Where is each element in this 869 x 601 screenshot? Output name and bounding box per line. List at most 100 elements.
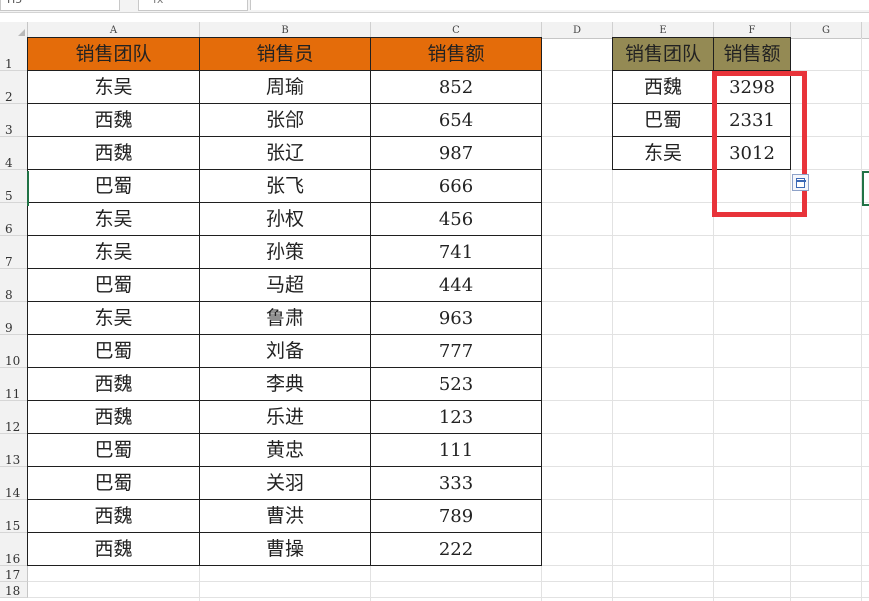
- row-header-4[interactable]: 4: [0, 137, 28, 170]
- table-cell[interactable]: 李典: [200, 368, 371, 401]
- summary-header-cell[interactable]: 销售额: [714, 37, 791, 71]
- column-header-a[interactable]: A: [28, 22, 200, 38]
- column-header-f[interactable]: F: [714, 22, 791, 38]
- column-header-e[interactable]: E: [613, 22, 714, 38]
- table-cell[interactable]: 马超: [200, 269, 371, 302]
- table-cell[interactable]: 巴蜀: [27, 170, 200, 203]
- table-cell[interactable]: 西魏: [27, 533, 200, 566]
- row-header-17[interactable]: 17: [0, 566, 28, 582]
- table-cell[interactable]: 西魏: [27, 137, 200, 170]
- table-cell[interactable]: 西魏: [27, 401, 200, 434]
- table-cell[interactable]: 654: [371, 104, 542, 137]
- table-cell[interactable]: 852: [371, 71, 542, 104]
- row-header-3[interactable]: 3: [0, 104, 28, 137]
- table-cell[interactable]: 巴蜀: [27, 335, 200, 368]
- table-cell[interactable]: 孙策: [200, 236, 371, 269]
- row-number: 7: [5, 255, 13, 269]
- row-number: 8: [5, 288, 13, 302]
- table-cell[interactable]: 111: [371, 434, 542, 467]
- row-header-11[interactable]: 11: [0, 368, 28, 401]
- table-cell[interactable]: 西魏: [27, 104, 200, 137]
- table-cell[interactable]: 张辽: [200, 137, 371, 170]
- table-cell[interactable]: 关羽: [200, 467, 371, 500]
- table-cell[interactable]: 741: [371, 236, 542, 269]
- formula-input[interactable]: [250, 0, 869, 10]
- table-cell[interactable]: 周瑜: [200, 71, 371, 104]
- table-cell[interactable]: 222: [371, 533, 542, 566]
- table-cell[interactable]: 巴蜀: [27, 467, 200, 500]
- row-number: 3: [5, 123, 13, 137]
- table-cell[interactable]: 乐进: [200, 401, 371, 434]
- row-header-5[interactable]: 5: [0, 170, 28, 203]
- table-cell[interactable]: 巴蜀: [27, 434, 200, 467]
- table-cell[interactable]: 456: [371, 203, 542, 236]
- row-header-2[interactable]: 2: [0, 71, 28, 104]
- table-cell[interactable]: 曹洪: [200, 500, 371, 533]
- row-number: 12: [5, 420, 21, 434]
- paste-options-icon[interactable]: [792, 174, 809, 191]
- fx-button[interactable]: fx: [138, 0, 248, 11]
- table-cell[interactable]: 123: [371, 401, 542, 434]
- row-number: 11: [5, 387, 21, 401]
- row-5-marker: [27, 171, 29, 206]
- row-header-12[interactable]: 12: [0, 401, 28, 434]
- row-number: 9: [5, 321, 13, 335]
- column-header-g[interactable]: G: [791, 22, 862, 38]
- summary-cell[interactable]: 西魏: [612, 71, 714, 104]
- table-cell[interactable]: 666: [371, 170, 542, 203]
- row-header-13[interactable]: 13: [0, 434, 28, 467]
- table-cell[interactable]: 西魏: [27, 368, 200, 401]
- table-cell[interactable]: 西魏: [27, 500, 200, 533]
- summary-cell[interactable]: 巴蜀: [612, 104, 714, 137]
- table-cell[interactable]: 东吴: [27, 302, 200, 335]
- row-number: 15: [5, 519, 21, 533]
- row-number: 1: [5, 57, 13, 71]
- table-cell[interactable]: 曹操: [200, 533, 371, 566]
- row-number: 13: [5, 453, 21, 467]
- header-cell[interactable]: 销售团队: [27, 37, 200, 71]
- table-cell[interactable]: 刘备: [200, 335, 371, 368]
- row-header-6[interactable]: 6: [0, 203, 28, 236]
- column-header-c[interactable]: C: [371, 22, 542, 38]
- name-box-value: H5: [7, 0, 22, 6]
- row-header-15[interactable]: 15: [0, 500, 28, 533]
- table-cell[interactable]: 东吴: [27, 71, 200, 104]
- table-cell[interactable]: 张飞: [200, 170, 371, 203]
- row-header-7[interactable]: 7: [0, 236, 28, 269]
- column-header-b[interactable]: B: [200, 22, 371, 38]
- row-number: 17: [5, 568, 21, 582]
- row-header-8[interactable]: 8: [0, 269, 28, 302]
- header-cell[interactable]: 销售额: [371, 37, 542, 71]
- table-cell[interactable]: 963: [371, 302, 542, 335]
- table-cell[interactable]: 鲁肃: [200, 302, 371, 335]
- table-cell[interactable]: 孙权: [200, 203, 371, 236]
- header-cell[interactable]: 销售员: [200, 37, 371, 71]
- summary-cell[interactable]: 东吴: [612, 137, 714, 170]
- row-header-14[interactable]: 14: [0, 467, 28, 500]
- row-header-1[interactable]: 1: [0, 38, 28, 71]
- table-cell[interactable]: 黄忠: [200, 434, 371, 467]
- row-number: 18: [5, 584, 21, 598]
- row-header-9[interactable]: 9: [0, 302, 28, 335]
- row-header-10[interactable]: 10: [0, 335, 28, 368]
- table-cell[interactable]: 张郃: [200, 104, 371, 137]
- table-cell[interactable]: 789: [371, 500, 542, 533]
- row-number: 4: [5, 156, 13, 170]
- table-cell[interactable]: 333: [371, 467, 542, 500]
- table-cell[interactable]: 523: [371, 368, 542, 401]
- summary-header-cell[interactable]: 销售团队: [612, 37, 714, 71]
- formula-bar: H5 fx: [0, 0, 869, 13]
- select-all-corner[interactable]: [0, 22, 28, 38]
- row-header-16[interactable]: 16: [0, 533, 28, 566]
- table-cell[interactable]: 987: [371, 137, 542, 170]
- grid-line: [28, 597, 869, 598]
- fx-icon: fx: [153, 0, 163, 6]
- column-header-d[interactable]: D: [542, 22, 613, 38]
- table-cell[interactable]: 东吴: [27, 203, 200, 236]
- name-box[interactable]: H5: [0, 0, 120, 11]
- table-cell[interactable]: 东吴: [27, 236, 200, 269]
- table-cell[interactable]: 777: [371, 335, 542, 368]
- table-cell[interactable]: 444: [371, 269, 542, 302]
- table-cell[interactable]: 巴蜀: [27, 269, 200, 302]
- row-header-18[interactable]: 18: [0, 582, 28, 598]
